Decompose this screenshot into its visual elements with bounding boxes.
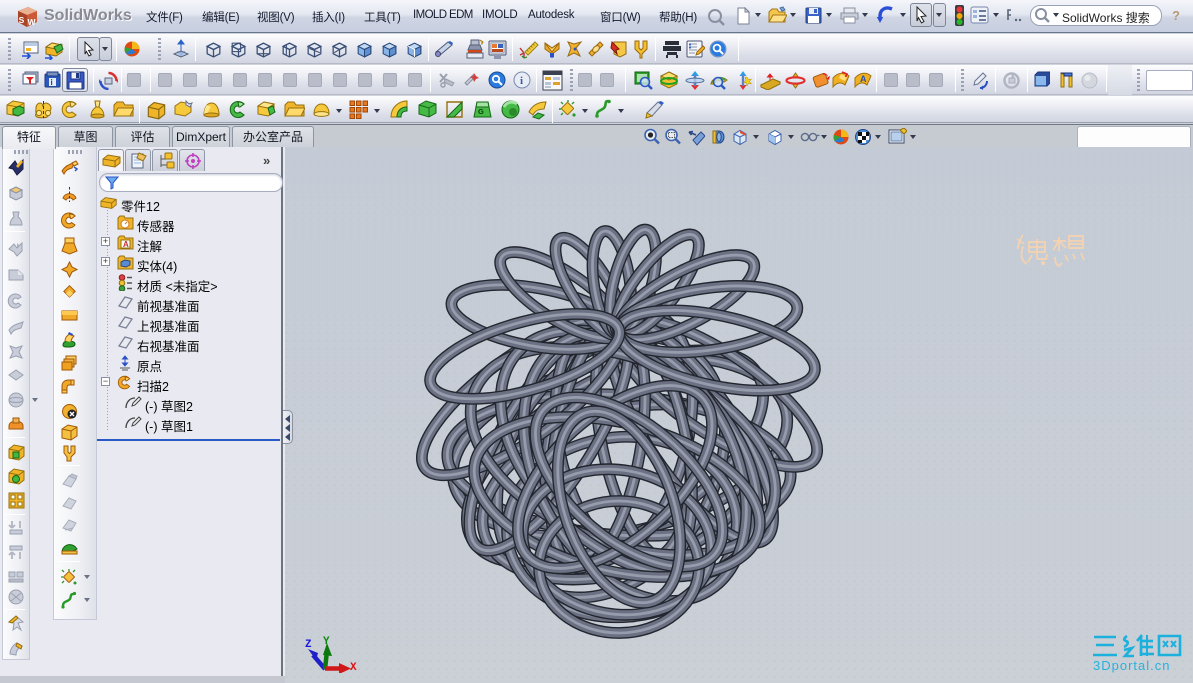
svg-text:Y: Y [323,636,330,648]
svg-text:A: A [860,74,867,84]
svg-text:i: i [51,78,53,87]
svg-text:S: S [19,15,25,25]
svg-text:i: i [520,75,523,87]
svg-text:G: G [478,107,484,116]
svg-text:Z: Z [305,639,312,651]
svg-text:W: W [28,17,37,27]
svg-text:X: X [350,662,357,673]
svg-text:A: A [123,240,129,249]
